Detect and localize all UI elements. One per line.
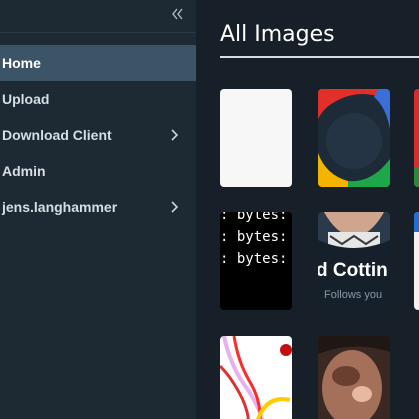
card-name-text: d Cottin	[318, 260, 388, 281]
sidebar-item-label: Home	[2, 55, 41, 71]
terminal-line: : bytes:	[220, 251, 288, 267]
page-title: All Images	[220, 22, 335, 47]
image-tile-photo[interactable]	[318, 336, 390, 419]
card-follows-text: Follows you	[324, 289, 383, 301]
terminal-line: : bytes:	[220, 212, 288, 223]
sidebar-item-label: Download Client	[2, 127, 112, 143]
image-tile-color-circle[interactable]	[318, 89, 390, 187]
image-tile-line-drawing[interactable]	[220, 336, 292, 419]
sidebar-item-label: Admin	[2, 163, 46, 179]
sidebar-item-upload[interactable]: Upload	[0, 81, 196, 117]
image-tile-blank[interactable]	[220, 89, 292, 187]
image-tile-terminal[interactable]: : bytes: : bytes: : bytes:	[220, 212, 292, 310]
double-chevron-left-icon	[172, 8, 183, 20]
sidebar-item-user[interactable]: jens.langhammer	[0, 189, 196, 225]
sidebar-item-download-client[interactable]: Download Client	[0, 117, 196, 153]
image-tile-white-edge[interactable]	[414, 212, 419, 310]
sidebar: Home Upload Download Client Admin jens.l…	[0, 0, 196, 419]
sidebar-item-label: Upload	[2, 91, 50, 107]
sidebar-item-home[interactable]: Home	[0, 45, 196, 81]
chevron-right-icon	[168, 198, 182, 216]
terminal-line: : bytes:	[220, 229, 288, 245]
collapse-sidebar-button[interactable]	[168, 4, 188, 24]
image-tile-social-card[interactable]: d Cottin Follows you	[318, 212, 390, 310]
sidebar-nav: Home Upload Download Client Admin jens.l…	[0, 45, 196, 225]
chevron-right-icon	[168, 126, 182, 144]
sidebar-item-label: jens.langhammer	[2, 199, 118, 215]
title-underline	[220, 56, 419, 58]
sidebar-item-admin[interactable]: Admin	[0, 153, 196, 189]
image-tile-red-edge[interactable]	[414, 89, 419, 187]
sidebar-divider	[0, 32, 196, 33]
